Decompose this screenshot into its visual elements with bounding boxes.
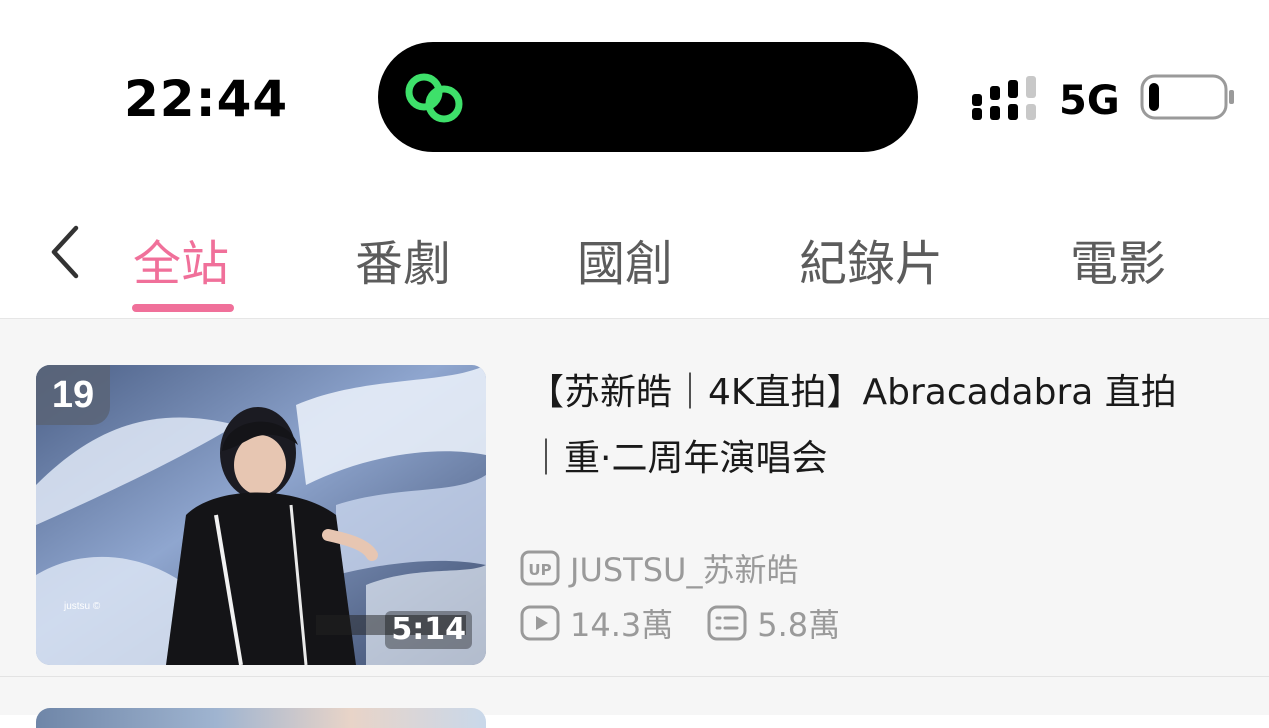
tab-all-site[interactable]: 全站 — [133, 224, 229, 294]
thumbnail-watermark: justsu © — [64, 601, 101, 612]
rank-badge: 19 — [36, 365, 110, 425]
danmaku-icon — [707, 605, 747, 641]
video-title-line-2: ｜重·二周年演唱会 — [528, 438, 828, 479]
tab-documentary[interactable]: 紀錄片 — [799, 224, 943, 294]
video-duration: 5:14 — [385, 611, 472, 649]
active-tab-indicator — [132, 304, 234, 312]
video-thumbnail[interactable]: 19 justsu © 5:14 — [36, 365, 486, 665]
uploader-name: JUSTSU_苏新皓 — [570, 551, 799, 589]
dynamic-island[interactable] — [378, 42, 918, 152]
tab-guochuang[interactable]: 國創 — [577, 224, 673, 294]
video-title[interactable]: 【苏新皓｜4K直拍】Abracadabra 直拍 ｜重·二周年演唱会 — [528, 360, 1269, 492]
tab-movie[interactable]: 電影 — [1070, 224, 1166, 294]
uploader-row[interactable]: UP JUSTSU_苏新皓 — [520, 548, 799, 589]
status-time: 22:44 — [124, 70, 289, 128]
stats-row: 14.3萬 5.8萬 — [520, 603, 841, 644]
status-bar: 22:44 5G — [0, 0, 1269, 190]
category-tab-bar: 全站 番劇 國創 紀錄片 電影 — [0, 190, 1269, 318]
link-rings-icon — [405, 73, 463, 123]
next-video-thumbnail[interactable] — [36, 708, 486, 728]
list-divider — [0, 676, 1269, 677]
network-type: 5G — [1059, 78, 1120, 124]
tab-anime[interactable]: 番劇 — [355, 224, 451, 294]
svg-text:UP: UP — [528, 561, 551, 579]
cellular-signal-icon — [972, 76, 1036, 120]
view-count: 14.3萬 — [570, 606, 674, 644]
up-badge-icon: UP — [520, 550, 560, 586]
chevron-left-icon[interactable] — [44, 220, 88, 284]
battery-low-icon — [1140, 74, 1234, 120]
play-icon — [520, 605, 560, 641]
video-title-line-1: 【苏新皓｜4K直拍】Abracadabra 直拍 — [528, 372, 1177, 413]
danmaku-count: 5.8萬 — [757, 606, 841, 644]
